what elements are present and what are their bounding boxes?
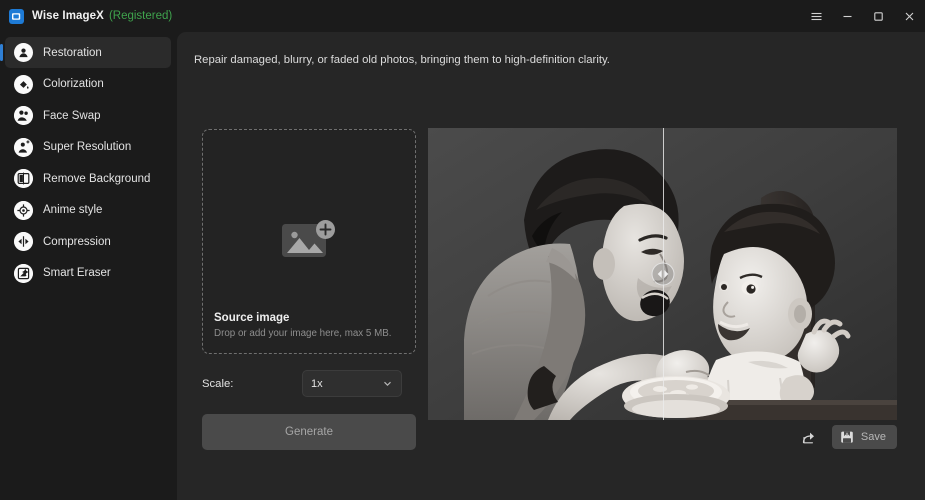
sidebar-item-compression[interactable]: Compression xyxy=(5,226,171,257)
sidebar-item-label: Anime style xyxy=(43,204,103,216)
share-icon[interactable] xyxy=(796,425,822,449)
maximize-icon[interactable] xyxy=(863,0,894,32)
save-disk-icon xyxy=(840,430,854,444)
sidebar-item-smart-eraser[interactable]: Smart Eraser xyxy=(5,258,171,289)
chevron-down-icon xyxy=(382,378,393,389)
content-area: Source image Drop or add your image here… xyxy=(194,124,913,490)
scale-row: Scale: 1x xyxy=(202,370,416,397)
save-button-label: Save xyxy=(860,431,886,443)
feature-description: Repair damaged, blurry, or faded old pho… xyxy=(194,54,610,66)
registration-tag: (Registered) xyxy=(108,10,173,22)
sidebar: Restoration Colorization Face Swap Super… xyxy=(0,32,177,500)
sidebar-item-super-resolution[interactable]: Super Resolution xyxy=(5,132,171,163)
compression-icon xyxy=(14,232,33,251)
preview-area: Save xyxy=(428,128,897,449)
sidebar-item-label: Colorization xyxy=(43,78,104,90)
sidebar-item-anime-style[interactable]: Anime style xyxy=(5,195,171,226)
sidebar-item-remove-background[interactable]: Remove Background xyxy=(5,163,171,194)
source-image-dropzone[interactable]: Source image Drop or add your image here… xyxy=(202,129,416,354)
before-after-preview[interactable] xyxy=(428,128,897,420)
window-controls xyxy=(801,0,925,32)
sidebar-item-label: Super Resolution xyxy=(43,141,132,153)
scale-select-value: 1x xyxy=(311,377,323,390)
super-resolution-icon xyxy=(14,137,33,157)
restoration-icon xyxy=(14,43,33,62)
image-app-logo-icon xyxy=(9,8,24,24)
app-body: Restoration Colorization Face Swap Super… xyxy=(0,32,925,500)
dropzone-subtitle: Drop or add your image here, max 5 MB. xyxy=(214,328,392,339)
minimize-icon[interactable] xyxy=(832,0,863,32)
remove-background-icon xyxy=(14,169,33,188)
smart-eraser-icon xyxy=(14,263,33,283)
anime-style-icon xyxy=(14,200,33,220)
scale-label: Scale: xyxy=(202,377,234,390)
sidebar-item-face-swap[interactable]: Face Swap xyxy=(5,100,171,131)
dropzone-title: Source image xyxy=(214,312,290,324)
main-panel: Repair damaged, blurry, or faded old pho… xyxy=(177,32,925,500)
preview-actions: Save xyxy=(796,425,897,449)
app-window: Wise ImageX (Registered) Restoration Col… xyxy=(0,0,925,500)
close-icon[interactable] xyxy=(894,0,925,32)
sidebar-item-label: Remove Background xyxy=(43,172,151,185)
generate-button[interactable]: Generate xyxy=(202,414,416,450)
sidebar-item-label: Face Swap xyxy=(43,109,101,122)
scale-select[interactable]: 1x xyxy=(302,370,402,397)
face-swap-icon xyxy=(14,106,33,125)
colorization-icon xyxy=(14,74,33,94)
sidebar-item-colorization[interactable]: Colorization xyxy=(5,69,171,100)
compare-slider-icon[interactable] xyxy=(651,262,674,286)
title-bar: Wise ImageX (Registered) xyxy=(0,0,925,32)
save-button[interactable]: Save xyxy=(831,425,897,449)
hamburger-menu-icon[interactable] xyxy=(801,0,832,32)
sidebar-item-restoration[interactable]: Restoration xyxy=(0,37,171,68)
add-image-icon[interactable] xyxy=(281,218,337,269)
sidebar-item-label: Restoration xyxy=(43,46,102,59)
sidebar-item-label: Compression xyxy=(43,235,111,248)
app-title: Wise ImageX xyxy=(32,10,104,22)
left-column: Source image Drop or add your image here… xyxy=(202,129,416,450)
sidebar-item-label: Smart Eraser xyxy=(43,267,111,279)
dropzone-caption: Source image Drop or add your image here… xyxy=(214,312,392,339)
